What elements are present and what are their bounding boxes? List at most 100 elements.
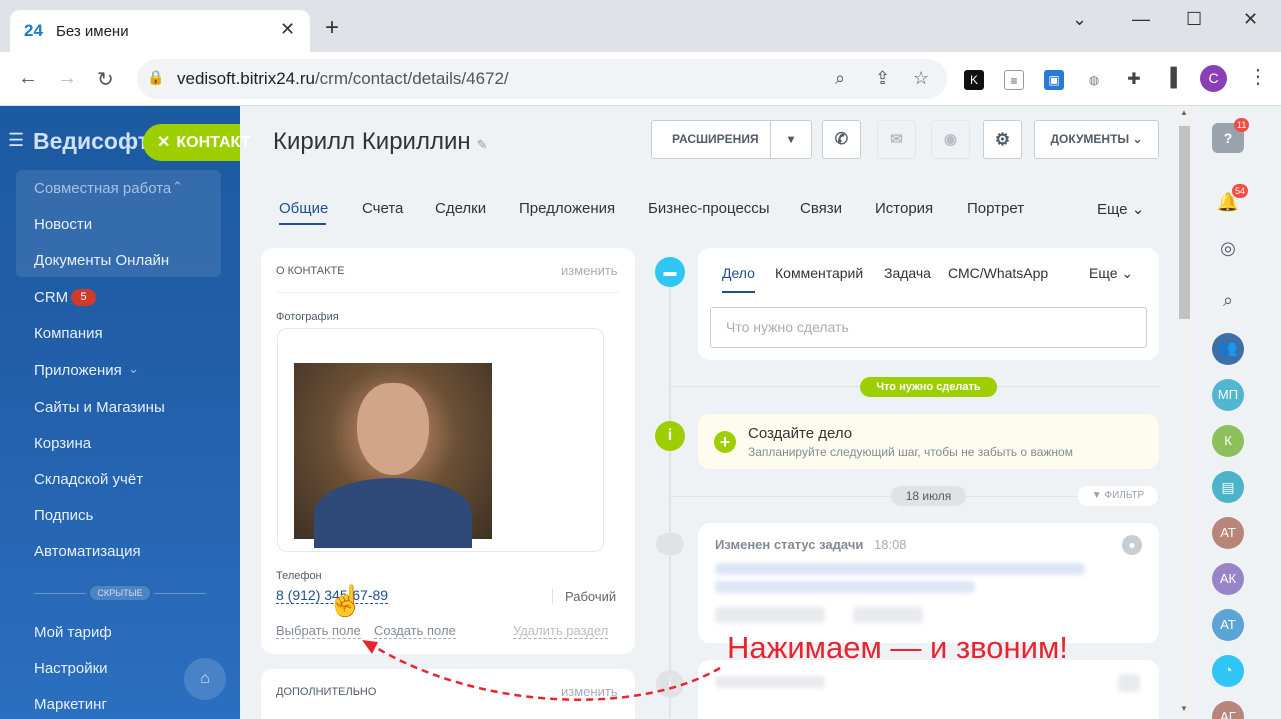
- filter-button[interactable]: ▼ ФИЛЬТР: [1078, 486, 1158, 506]
- chat-button[interactable]: ◉: [931, 120, 970, 159]
- reload-icon[interactable]: ↻: [97, 67, 114, 92]
- scroll-down-arrow-icon[interactable]: ▼: [1180, 704, 1188, 713]
- tab-portrait[interactable]: Портрет: [967, 200, 1024, 217]
- hamburger-menu-icon[interactable]: ☰: [8, 130, 24, 151]
- tab-general[interactable]: Общие: [279, 200, 328, 217]
- side-panel-icon[interactable]: ▐: [1164, 67, 1177, 88]
- bookmark-star-icon[interactable]: ☆: [913, 68, 929, 89]
- composer-tab-sms[interactable]: СМС/WhatsApp: [948, 265, 1048, 281]
- activity-composer: Дело Комментарий Задача СМС/WhatsApp Еще…: [698, 248, 1159, 360]
- minimize-icon[interactable]: —: [1132, 9, 1150, 30]
- todo-input[interactable]: Что нужно сделать: [710, 307, 1147, 348]
- browser-tab[interactable]: 24 Без имени ✕: [10, 10, 310, 52]
- search-icon[interactable]: ⌕: [1212, 284, 1244, 316]
- forward-icon[interactable]: →: [57, 67, 77, 90]
- sidebar-item-warehouse[interactable]: Складской учёт: [34, 471, 143, 488]
- extension-screen-icon[interactable]: ▣: [1044, 70, 1064, 90]
- extension-doc-icon[interactable]: ≡: [1004, 70, 1024, 90]
- lock-icon[interactable]: 🔒: [147, 69, 164, 86]
- tab-close-icon[interactable]: ✕: [280, 19, 295, 40]
- email-button[interactable]: ✉: [877, 120, 916, 159]
- event-title: Изменен статус задачи: [715, 537, 864, 552]
- sidebar-item-apps[interactable]: Приложения: [34, 362, 122, 379]
- extensions-button[interactable]: РАСШИРЕНИЯ ▾: [651, 120, 812, 159]
- chevron-up-icon[interactable]: ⌃: [172, 179, 183, 195]
- create-field-link[interactable]: Создать поле: [374, 623, 456, 639]
- photo-field[interactable]: [277, 328, 604, 552]
- share-icon[interactable]: ⇪: [875, 68, 890, 89]
- create-title: Создайте дело: [748, 425, 853, 442]
- user-avatar-icon[interactable]: ●: [1122, 535, 1142, 555]
- composer-tab-comment[interactable]: Комментарий: [775, 265, 863, 281]
- new-tab-icon[interactable]: +: [325, 14, 339, 42]
- sidebar-item-docs[interactable]: Документы Онлайн: [34, 252, 169, 269]
- browser-menu-icon[interactable]: ⋮: [1248, 64, 1268, 89]
- sidebar-item-marketing[interactable]: Маркетинг: [34, 696, 107, 713]
- composer-tab-more[interactable]: Еще ⌄: [1089, 265, 1133, 282]
- hidden-items-toggle[interactable]: СКРЫТЫЕ: [90, 586, 150, 600]
- edit-section-link[interactable]: изменить: [561, 684, 618, 699]
- photo-label: Фотография: [276, 311, 339, 323]
- sidebar-item-sites[interactable]: Сайты и Магазины: [34, 399, 165, 416]
- avatar[interactable]: АК: [1212, 563, 1244, 595]
- choose-field-link[interactable]: Выбрать поле: [276, 623, 361, 639]
- extensions-area: K ≡ ▣ ◍ ✚: [956, 62, 1156, 98]
- sidebar-item-automation[interactable]: Автоматизация: [34, 543, 141, 560]
- tab-bizproc[interactable]: Бизнес-процессы: [648, 200, 770, 217]
- chat-icon[interactable]: ◎: [1212, 232, 1244, 264]
- divider: [154, 593, 206, 594]
- sidebar-item-news[interactable]: Новости: [34, 216, 92, 233]
- sidebar-item-tariff[interactable]: Мой тариф: [34, 624, 112, 641]
- delete-section-link[interactable]: Удалить раздел: [513, 623, 609, 639]
- sidebar-item-company[interactable]: Компания: [34, 325, 103, 342]
- scroll-up-icon[interactable]: ⌂: [184, 658, 226, 700]
- tab-history[interactable]: История: [875, 200, 933, 217]
- plus-icon[interactable]: +: [714, 431, 736, 453]
- url-field[interactable]: 🔒 vedisoft.bitrix24.ru/crm/contact/detai…: [137, 59, 947, 99]
- avatar[interactable]: К: [1212, 425, 1244, 457]
- scroll-up-arrow-icon[interactable]: ▲: [1180, 108, 1188, 117]
- sidebar-item-cart[interactable]: Корзина: [34, 435, 91, 452]
- profile-avatar[interactable]: C: [1200, 65, 1227, 92]
- avatar[interactable]: АТ: [1212, 517, 1244, 549]
- create-subtitle: Запланируйте следующий шаг, чтобы не заб…: [748, 445, 1073, 459]
- composer-tab-activity[interactable]: Дело: [722, 265, 755, 281]
- contact-chip[interactable]: ✕ КОНТАКТ: [143, 124, 250, 161]
- avatar[interactable]: АТ: [1212, 609, 1244, 641]
- tab-deals[interactable]: Сделки: [435, 200, 486, 217]
- group-chat-icon[interactable]: 👥: [1212, 333, 1244, 365]
- edit-section-link[interactable]: изменить: [561, 263, 618, 278]
- back-icon[interactable]: ←: [18, 67, 38, 90]
- avatar[interactable]: МП: [1212, 379, 1244, 411]
- tab-more[interactable]: Еще ⌄: [1097, 200, 1144, 218]
- chevron-down-icon[interactable]: ⌄: [128, 361, 139, 377]
- tab-search-icon[interactable]: ⌄: [1072, 9, 1087, 30]
- create-activity-card[interactable]: + Создайте дело Запланируйте следующий ш…: [698, 414, 1159, 469]
- sidebar-item-crm[interactable]: CRM: [34, 289, 68, 306]
- zoom-icon[interactable]: ⌕: [835, 68, 845, 89]
- close-icon[interactable]: ✕: [157, 134, 170, 151]
- settings-button[interactable]: ⚙: [983, 120, 1022, 159]
- extensions-puzzle-icon[interactable]: ✚: [1124, 70, 1144, 90]
- extension-globe-icon[interactable]: ◍: [1084, 70, 1104, 90]
- tab-quotes[interactable]: Предложения: [519, 200, 615, 217]
- chevron-down-icon[interactable]: ▾: [788, 121, 794, 158]
- composer-tab-task[interactable]: Задача: [884, 265, 931, 281]
- maximize-icon[interactable]: ☐: [1186, 9, 1202, 30]
- sidebar-item-settings[interactable]: Настройки: [34, 660, 108, 677]
- user-clock-icon[interactable]: ◔: [1212, 655, 1244, 687]
- edit-link-icon[interactable]: ✎: [477, 137, 488, 152]
- extension-k-icon[interactable]: K: [964, 70, 984, 90]
- date-pill: 18 июля: [891, 486, 966, 506]
- call-button[interactable]: ✆: [822, 120, 861, 159]
- contact-card-icon[interactable]: ▤: [1212, 471, 1244, 503]
- tab-relations[interactable]: Связи: [800, 200, 842, 217]
- documents-button[interactable]: ДОКУМЕНТЫ ⌄: [1034, 120, 1159, 159]
- tab-invoices[interactable]: Счета: [362, 200, 403, 217]
- sidebar-item-collab[interactable]: Совместная работа: [34, 180, 171, 197]
- portal-brand[interactable]: Ведисофт: [33, 128, 149, 155]
- chevron-down-icon: ⌄: [1131, 201, 1145, 218]
- scrollbar-thumb[interactable]: [1179, 126, 1190, 319]
- sidebar-item-sign[interactable]: Подпись: [34, 507, 93, 524]
- close-window-icon[interactable]: ✕: [1243, 9, 1258, 30]
